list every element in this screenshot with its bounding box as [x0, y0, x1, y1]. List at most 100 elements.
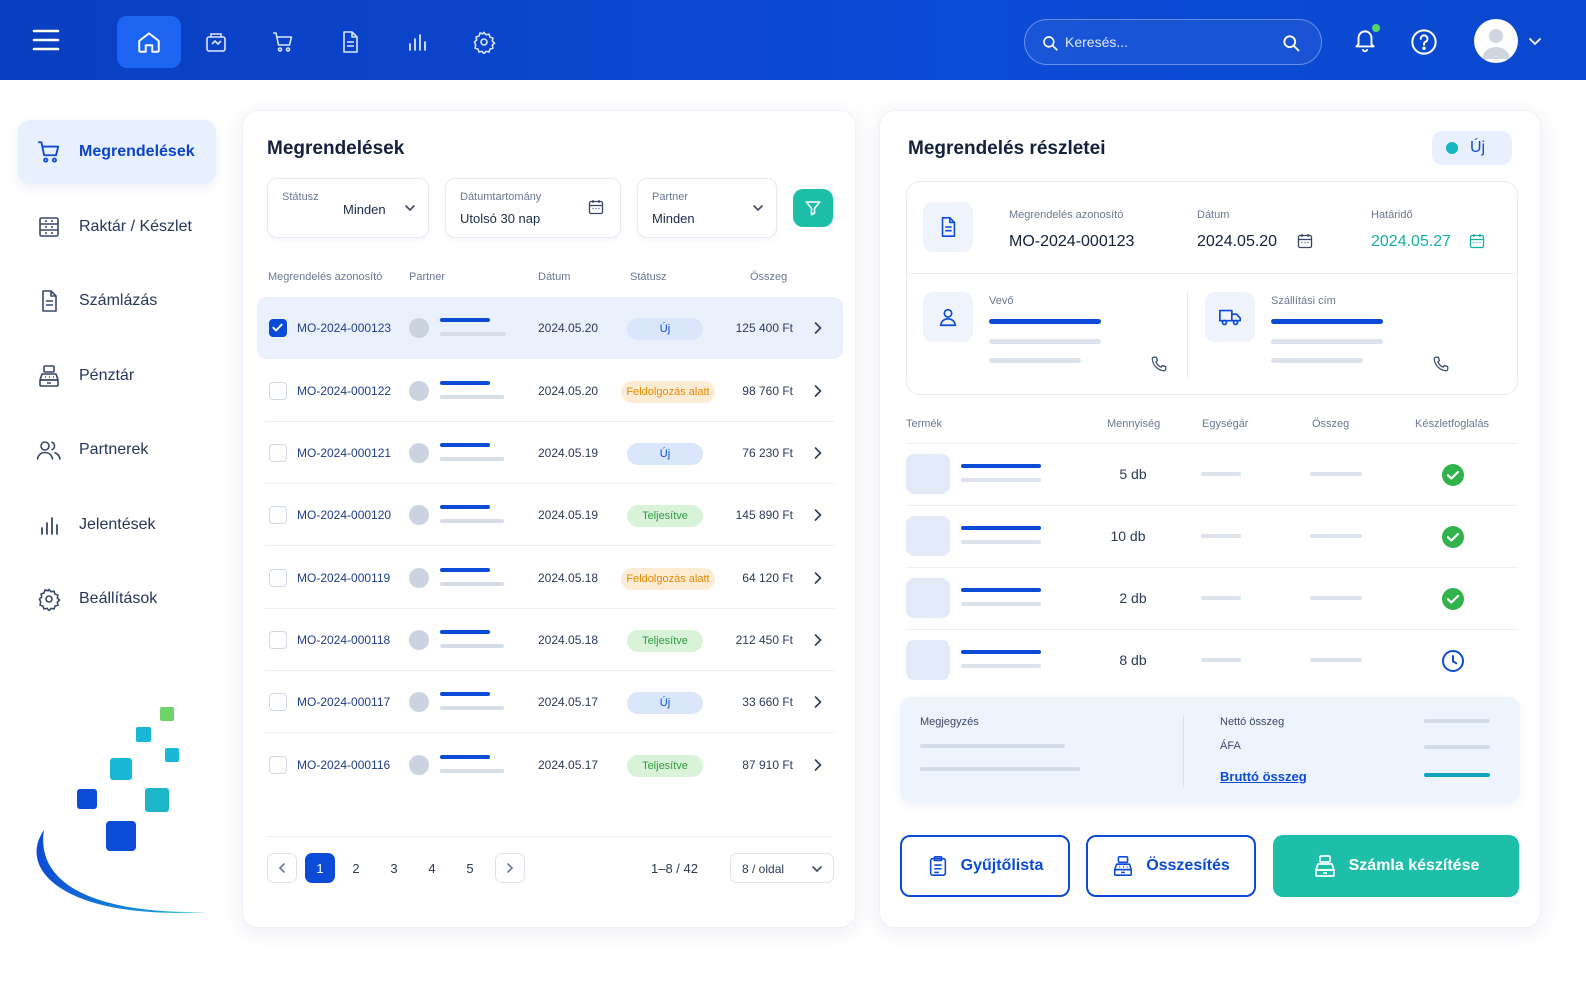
chevron-right-icon[interactable] [813, 508, 823, 522]
table-row[interactable]: MO-2024-000118 2024.05.18 Teljesítve 212… [257, 609, 843, 671]
row-checkbox[interactable] [269, 693, 287, 711]
truck-icon [1205, 292, 1255, 342]
row-divider [265, 545, 835, 546]
chevron-right-icon[interactable] [813, 446, 823, 460]
row-checkbox[interactable] [269, 569, 287, 587]
page-2[interactable]: 2 [341, 853, 371, 883]
product-detail-placeholder [961, 602, 1041, 606]
order-info-card: Megrendelés azonosító MO-2024-000123 Dát… [906, 181, 1518, 395]
phone-icon[interactable] [1432, 355, 1450, 373]
page-1[interactable]: 1 [305, 853, 335, 883]
status-badge: Feldolgozás alatt [621, 381, 715, 403]
nav-documents[interactable] [318, 16, 382, 68]
date-range-filter[interactable]: Dátumtartomány Utolsó 30 nap [445, 178, 621, 238]
check-circle-icon [1441, 463, 1465, 487]
row-checkbox[interactable] [269, 319, 287, 337]
table-row[interactable]: MO-2024-000123 2024.05.20 Új 125 400 Ft [257, 297, 843, 359]
table-row[interactable]: MO-2024-000117 2024.05.17 Új 33 660 Ft [257, 671, 843, 733]
table-row[interactable]: MO-2024-000119 2024.05.18 Feldolgozás al… [257, 547, 843, 609]
row-checkbox[interactable] [269, 382, 287, 400]
sidebar-item-partners[interactable]: Partnerek [18, 418, 216, 482]
partner-detail-placeholder [440, 332, 506, 336]
sidebar-item-warehouse[interactable]: Raktár / Készlet [18, 195, 216, 259]
users-icon [36, 437, 62, 463]
unit-price-placeholder [1201, 658, 1241, 662]
chevron-right-icon[interactable] [813, 321, 823, 335]
table-row[interactable]: MO-2024-000116 2024.05.17 Teljesítve 87 … [257, 734, 843, 796]
order-id[interactable]: MO-2024-000123 [297, 321, 391, 335]
partner-detail-placeholder [440, 395, 504, 399]
chevron-right-icon[interactable] [813, 384, 823, 398]
sidebar-item-invoicing[interactable]: Számlázás [18, 269, 216, 333]
order-id[interactable]: MO-2024-000120 [297, 508, 391, 522]
order-id[interactable]: MO-2024-000118 [297, 633, 390, 647]
table-row[interactable]: MO-2024-000121 2024.05.19 Új 76 230 Ft [257, 422, 843, 484]
product-quantity: 10 db [1110, 528, 1146, 544]
register-icon [36, 363, 62, 389]
nav-reports[interactable] [385, 16, 449, 68]
status-filter[interactable]: Státusz Minden [267, 178, 429, 238]
search-input[interactable] [1065, 20, 1275, 63]
page-4[interactable]: 4 [417, 853, 447, 883]
product-row[interactable]: 5 db [906, 444, 1518, 506]
sidebar-item-orders[interactable]: Megrendelések [18, 120, 216, 184]
partner-filter[interactable]: Partner Minden [637, 178, 777, 238]
buyer-detail-placeholder [989, 358, 1081, 363]
prev-page-button[interactable] [267, 853, 297, 883]
table-row[interactable]: MO-2024-000122 2024.05.20 Feldolgozás al… [257, 360, 843, 422]
nav-settings[interactable] [452, 16, 516, 68]
nav-home[interactable] [117, 16, 181, 68]
nav-inventory[interactable] [184, 16, 248, 68]
sidebar-item-settings[interactable]: Beállítások [18, 567, 216, 631]
order-id[interactable]: MO-2024-000121 [297, 446, 391, 460]
phone-icon[interactable] [1150, 355, 1168, 373]
order-id[interactable]: MO-2024-000117 [297, 695, 390, 709]
order-id-value: MO-2024-000123 [1009, 233, 1135, 250]
filter-button[interactable] [793, 189, 833, 227]
calendar-icon[interactable] [1469, 233, 1485, 249]
product-row[interactable]: 10 db [906, 506, 1518, 568]
status-badge: Teljesítve [627, 630, 703, 652]
page-size-select[interactable]: 8 / oldal [730, 853, 834, 883]
order-amount: 125 400 Ft [735, 321, 793, 335]
row-checkbox[interactable] [269, 631, 287, 649]
summary-button[interactable]: Összesítés [1086, 835, 1256, 897]
next-page-button[interactable] [495, 853, 525, 883]
sidebar-item-reports[interactable]: Jelentések [18, 493, 216, 557]
order-id[interactable]: MO-2024-000116 [297, 758, 390, 772]
chevron-right-icon[interactable] [813, 695, 823, 709]
page-5[interactable]: 5 [455, 853, 485, 883]
table-row[interactable]: MO-2024-000120 2024.05.19 Teljesítve 145… [257, 484, 843, 546]
nav-cart[interactable] [251, 16, 315, 68]
partner-name-placeholder [440, 443, 490, 447]
order-id[interactable]: MO-2024-000119 [297, 571, 390, 585]
create-invoice-button[interactable]: Számla készítése [1273, 835, 1519, 897]
product-row[interactable]: 8 db [906, 630, 1518, 692]
order-id[interactable]: MO-2024-000122 [297, 384, 391, 398]
sidebar-item-register[interactable]: Pénztár [18, 344, 216, 408]
gross-total-placeholder [1424, 773, 1490, 777]
product-row[interactable]: 2 db [906, 568, 1518, 630]
avatar[interactable] [1474, 19, 1518, 63]
gear-icon [36, 586, 62, 612]
search-box[interactable] [1024, 19, 1322, 65]
menu-icon[interactable] [32, 28, 60, 52]
row-checkbox[interactable] [269, 756, 287, 774]
chevron-down-icon[interactable] [1528, 36, 1542, 46]
order-date: 2024.05.18 [538, 571, 599, 585]
chevron-right-icon[interactable] [813, 633, 823, 647]
chevron-right-icon[interactable] [813, 758, 823, 772]
page-3[interactable]: 3 [379, 853, 409, 883]
collect-list-button[interactable]: Gyűjtőlista [900, 835, 1070, 897]
sidebar-item-label: Partnerek [79, 441, 149, 458]
chevron-right-icon[interactable] [813, 571, 823, 585]
product-name-placeholder [961, 464, 1041, 468]
row-checkbox[interactable] [269, 506, 287, 524]
sidebar-item-label: Számlázás [79, 292, 158, 309]
row-checkbox[interactable] [269, 444, 287, 462]
calendar-icon[interactable] [1297, 233, 1313, 249]
help-icon[interactable] [1410, 28, 1438, 56]
search-submit-icon[interactable] [1281, 33, 1301, 53]
shipping-label: Szállítási cím [1271, 295, 1336, 307]
gross-total-link[interactable]: Bruttó összeg [1220, 769, 1307, 784]
